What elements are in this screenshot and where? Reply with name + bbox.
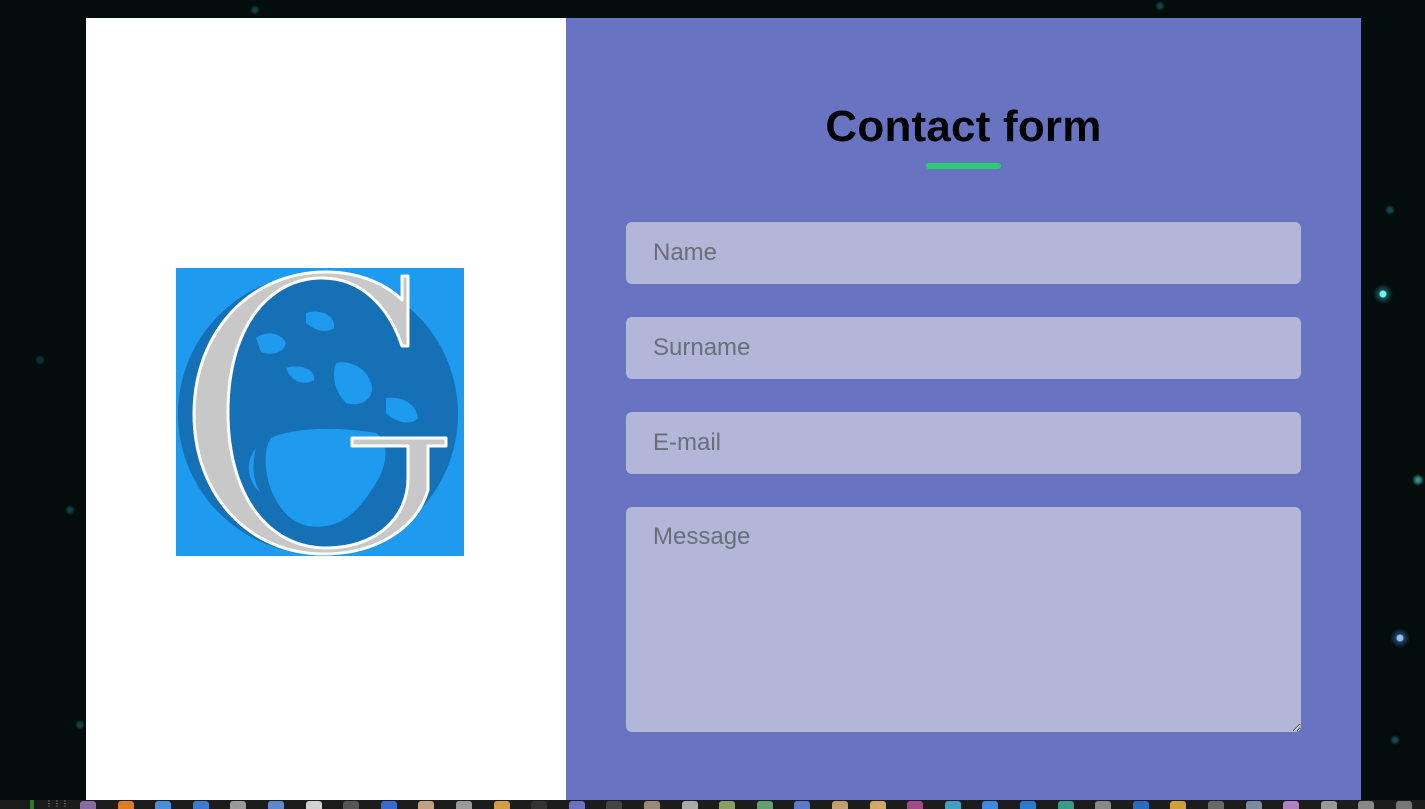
surname-field[interactable] [626, 317, 1301, 379]
files-icon[interactable] [230, 801, 247, 809]
globe-g-logo-icon [176, 268, 464, 556]
vb-icon[interactable] [1132, 801, 1149, 809]
chrome-icon[interactable] [155, 801, 172, 809]
globe-icon[interactable] [944, 801, 961, 809]
vscode-icon[interactable] [1020, 801, 1036, 809]
refresh-icon[interactable] [1095, 801, 1112, 809]
trash-icon[interactable] [1320, 801, 1337, 809]
chat-icon[interactable] [794, 801, 811, 809]
store-icon[interactable] [268, 801, 284, 809]
search-icon[interactable] [456, 801, 472, 809]
editor-icon[interactable] [380, 801, 397, 809]
terminal2-icon[interactable] [606, 801, 623, 809]
notes-icon[interactable] [832, 801, 848, 809]
email-field[interactable] [626, 412, 1301, 474]
browser-icon[interactable] [192, 801, 209, 809]
slack-icon[interactable] [907, 801, 924, 809]
media-icon[interactable] [719, 801, 736, 809]
archive-icon[interactable] [756, 801, 773, 809]
disk-icon[interactable] [681, 801, 698, 809]
firefox-icon[interactable] [117, 801, 134, 809]
name-field[interactable] [626, 222, 1301, 284]
pencil-icon[interactable] [493, 801, 510, 809]
pen-icon[interactable] [1245, 801, 1262, 809]
launcher-indicator [30, 800, 34, 809]
monitor-icon[interactable] [1358, 801, 1375, 809]
terminal-icon[interactable] [531, 801, 548, 809]
contact-form-panel: Contact form [566, 18, 1361, 800]
cursor-icon[interactable] [1208, 801, 1224, 809]
title-underline [926, 163, 1001, 169]
folder-icon[interactable] [869, 801, 886, 809]
camera-icon[interactable] [343, 801, 360, 809]
taskbar: ⋮⋮⋮ [0, 800, 1425, 809]
contact-page-window: Contact form [86, 18, 1361, 800]
window-icon[interactable] [80, 801, 96, 809]
eraser-icon[interactable] [1283, 801, 1300, 809]
text-icon[interactable] [418, 801, 435, 809]
sql-icon[interactable] [1170, 801, 1187, 809]
apps-grid-icon[interactable]: ⋮⋮⋮ [45, 800, 69, 808]
download-icon[interactable] [644, 801, 660, 809]
app-active-icon[interactable] [568, 801, 585, 809]
git-icon[interactable] [1057, 801, 1074, 809]
power-icon[interactable] [1396, 801, 1412, 809]
logo-panel [86, 18, 566, 800]
message-field[interactable] [626, 507, 1301, 732]
zoom-icon[interactable] [982, 801, 999, 809]
form-title: Contact form [825, 102, 1102, 151]
document-icon[interactable] [305, 801, 322, 809]
